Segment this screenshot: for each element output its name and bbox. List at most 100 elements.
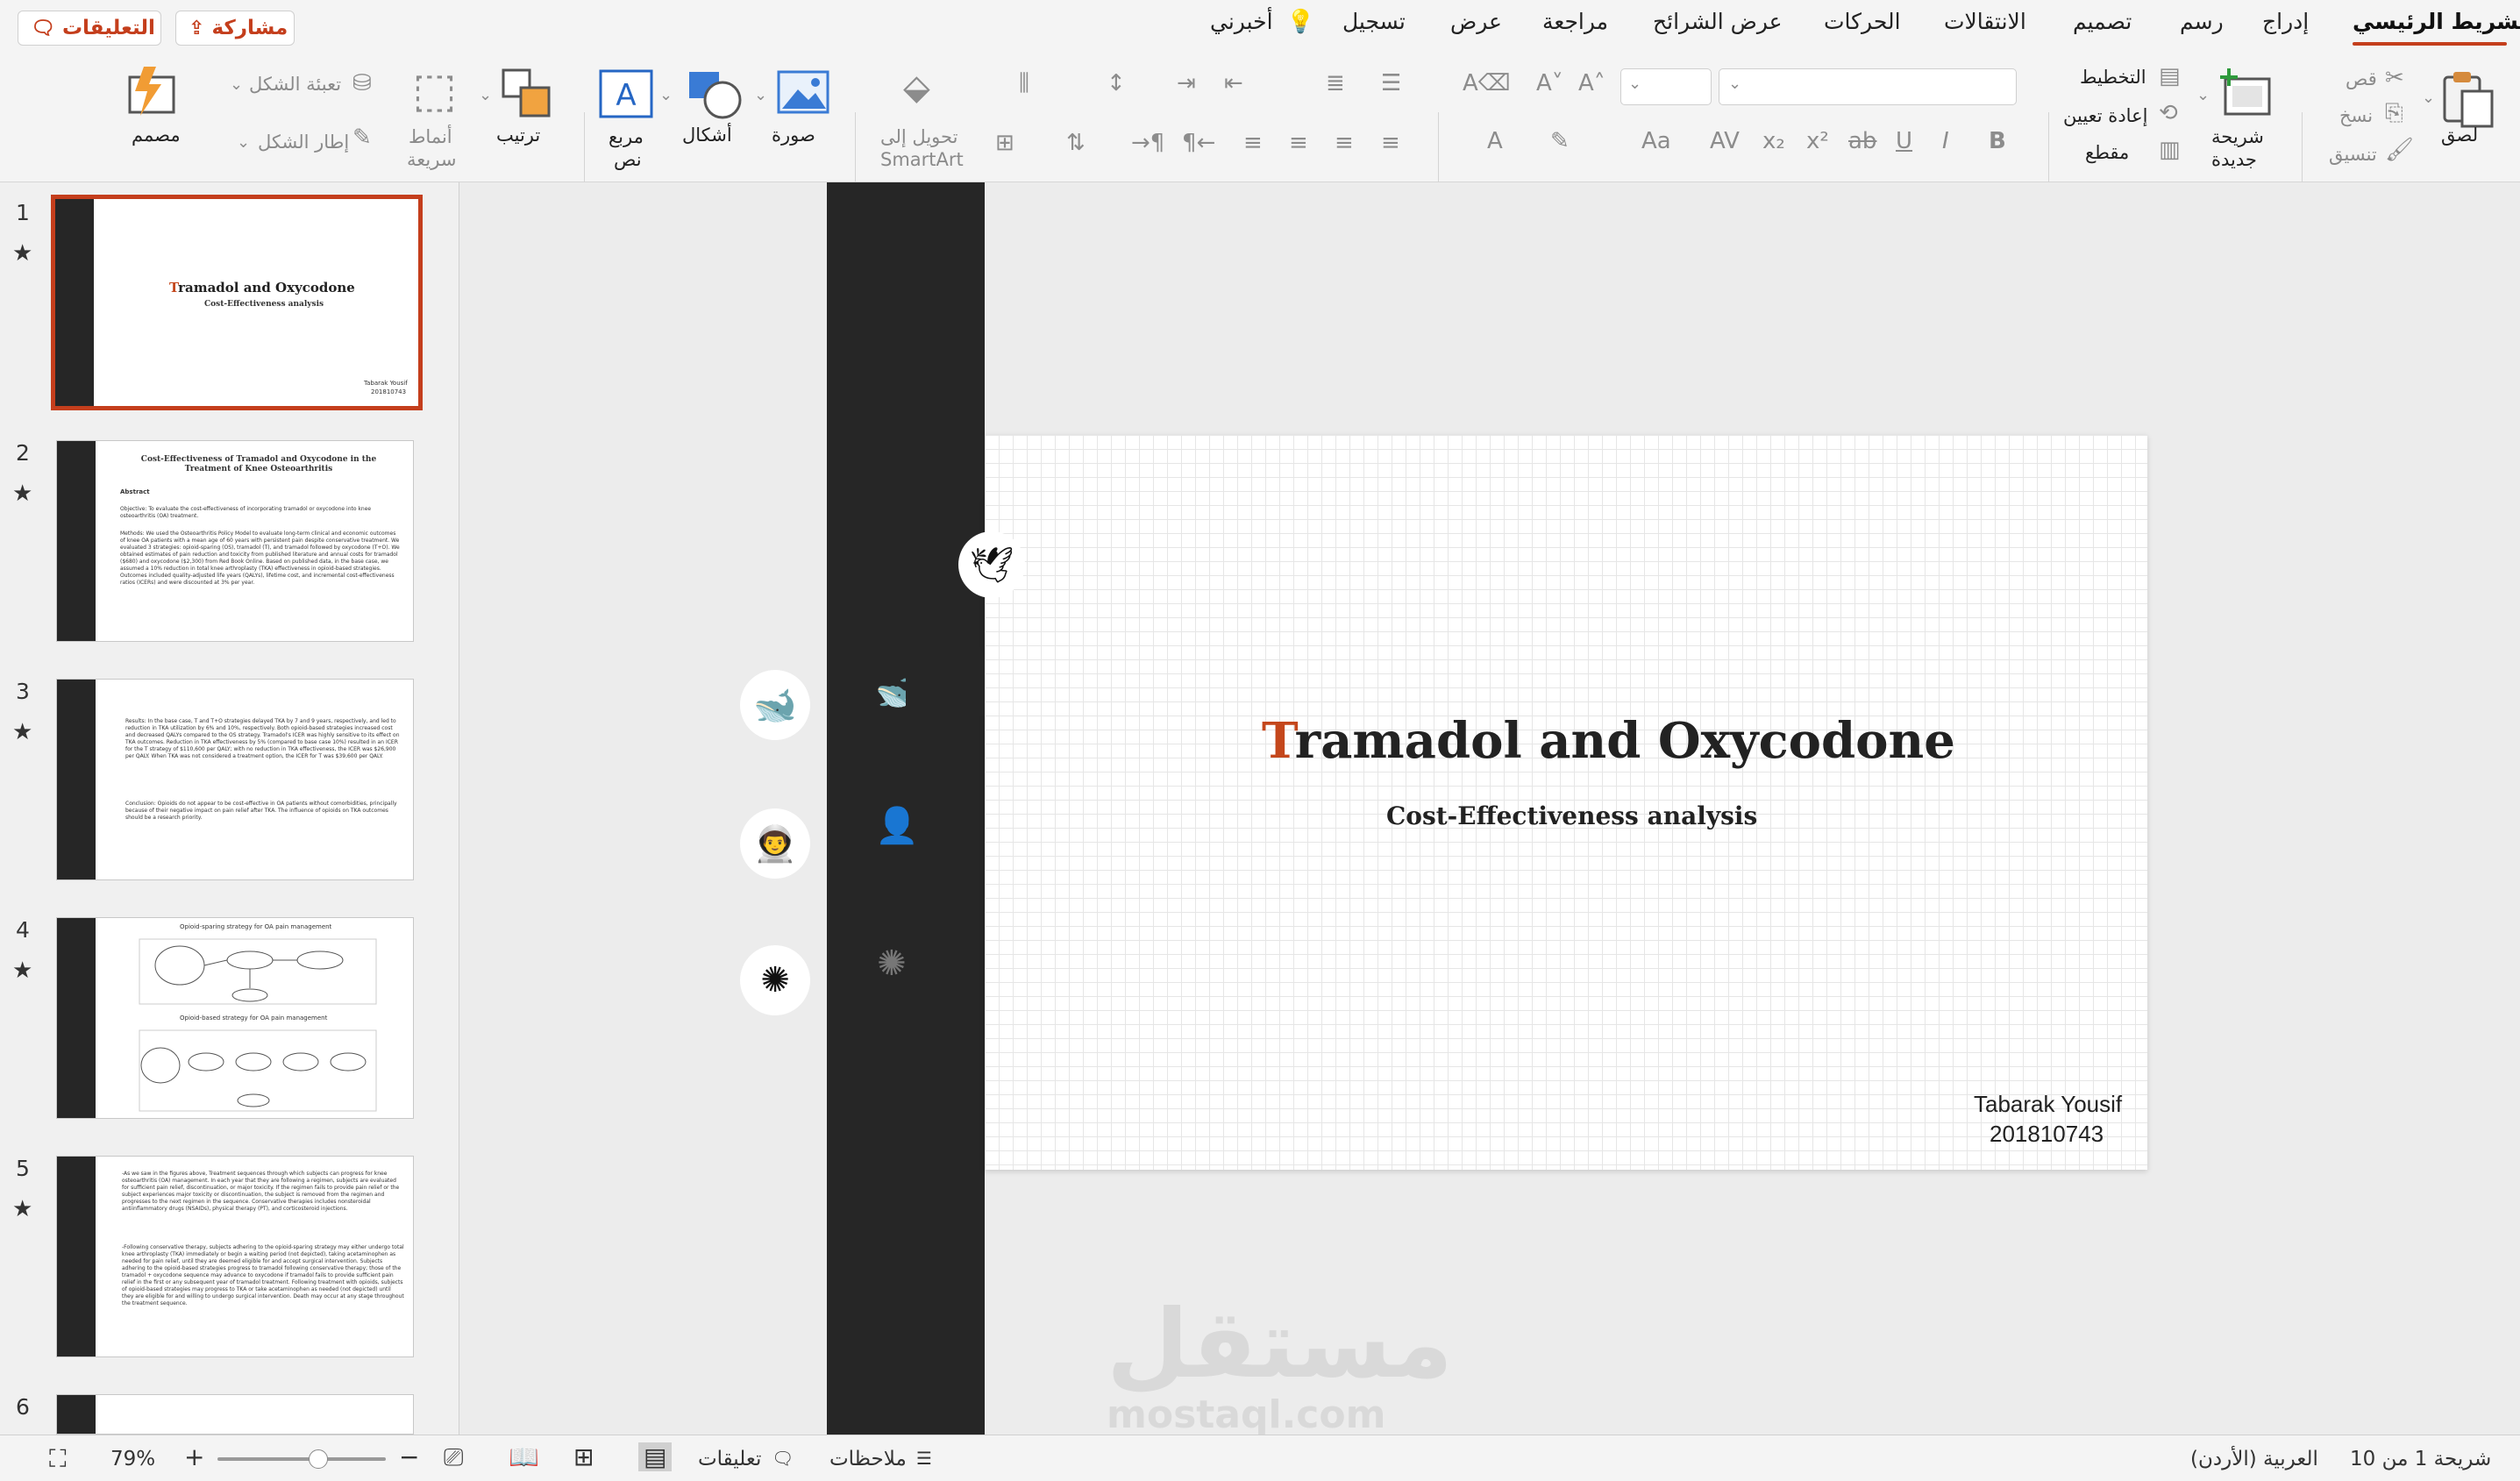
section-label[interactable]: مقطع	[2085, 142, 2129, 163]
italic-icon[interactable]: I	[1942, 130, 1949, 153]
line-spacing-icon[interactable]: ↕	[1107, 72, 1126, 95]
bullets-icon[interactable]: ☰	[1381, 72, 1401, 95]
char-spacing-icon[interactable]: AV	[1710, 130, 1740, 153]
picture-button[interactable]	[777, 68, 829, 117]
format-painter-icon[interactable]: 🖌	[2385, 139, 2414, 161]
layout-icon[interactable]: ▤	[2159, 65, 2181, 88]
slide-student-id[interactable]: 201810743	[1990, 1121, 2104, 1148]
chevron-down-icon[interactable]: ⌄	[479, 88, 492, 103]
slide-thumbnail-6[interactable]	[56, 1394, 414, 1435]
align-center-icon[interactable]: ≡	[1289, 132, 1308, 154]
chevron-down-icon[interactable]: ⌄	[237, 135, 250, 151]
highlight-icon[interactable]: ✎	[1550, 130, 1570, 153]
tab-transitions[interactable]: الانتقالات	[1944, 9, 2026, 34]
increase-indent-icon[interactable]: ⇥	[1177, 72, 1196, 95]
chevron-down-icon[interactable]: ⌄	[2196, 88, 2210, 103]
tab-home[interactable]: الشريط الرئيسي	[2353, 9, 2520, 34]
smartart-icon[interactable]: ⬙	[903, 70, 930, 105]
font-name-combo[interactable]: ⌄	[1719, 68, 2017, 105]
tab-record[interactable]: تسجيل	[1342, 9, 1406, 34]
strikethrough-icon[interactable]: ab	[1848, 130, 1876, 153]
current-slide[interactable]: 🕊 Tramadol and Oxycodone Cost-Effectiven…	[906, 435, 2147, 1170]
smartart-label-1[interactable]: تحويل إلى	[880, 126, 957, 147]
cut-label[interactable]: قص	[2346, 68, 2377, 89]
slide-title[interactable]: Tramadol and Oxycodone	[1262, 712, 1955, 770]
chevron-down-icon[interactable]: ⌄	[754, 88, 767, 103]
new-slide-button[interactable]	[2217, 65, 2274, 123]
designer-button[interactable]	[126, 65, 182, 123]
textbox-button[interactable]: A	[598, 68, 654, 119]
comments-status-button[interactable]: تعليقات	[698, 1448, 761, 1470]
zoom-out-button[interactable]: −	[399, 1442, 419, 1471]
tab-slideshow[interactable]: عرض الشرائح	[1653, 9, 1783, 34]
quick-styles-label-2[interactable]: سريعة	[407, 149, 456, 170]
paste-button[interactable]	[2438, 68, 2501, 132]
share-button[interactable]: ⇪ مشاركة	[175, 11, 295, 46]
copy-icon[interactable]: ⎘	[2385, 102, 2403, 125]
reading-view-icon[interactable]: 📖	[509, 1442, 539, 1471]
slide-sorter-icon[interactable]: ⊞	[573, 1442, 594, 1471]
zoom-level[interactable]: 79%	[110, 1448, 155, 1470]
shape-outline-label[interactable]: إطار الشكل	[258, 132, 349, 153]
tab-draw[interactable]: رسم	[2180, 9, 2224, 34]
tab-review[interactable]: مراجعة	[1542, 9, 1608, 34]
text-direction-icon[interactable]: ⇅	[1066, 132, 1086, 154]
tab-tell-me[interactable]: أخبرني	[1210, 9, 1273, 34]
fit-to-window-icon[interactable]: ⛶	[49, 1444, 67, 1474]
tab-animations[interactable]: الحركات	[1824, 9, 1901, 34]
justify-icon[interactable]: ≡	[1335, 132, 1354, 154]
change-case-icon[interactable]: Aa	[1641, 130, 1671, 153]
scissors-icon[interactable]: ✂	[2385, 67, 2404, 89]
align-left-icon[interactable]: ≡	[1243, 132, 1263, 154]
notes-button[interactable]: ملاحظات	[829, 1448, 907, 1470]
shapes-button[interactable]	[684, 67, 745, 119]
font-size-combo[interactable]: ⌄	[1620, 68, 1712, 105]
increase-font-icon[interactable]: A˄	[1578, 72, 1605, 95]
slide-subtitle[interactable]: Cost-Effectiveness analysis	[1386, 801, 1757, 830]
chevron-down-icon[interactable]: ⌄	[659, 88, 673, 103]
superscript-icon[interactable]: x²	[1806, 130, 1829, 153]
align-text-icon[interactable]: ⊞	[995, 132, 1014, 154]
decrease-indent-icon[interactable]: ⇤	[1224, 72, 1243, 95]
slide-thumbnail-4[interactable]: Opioid-sparing strategy for OA pain mana…	[56, 917, 414, 1119]
language-indicator[interactable]: العربية (الأردن)	[2190, 1448, 2318, 1470]
arrange-button[interactable]	[500, 67, 554, 121]
slide-thumbnail-5[interactable]: -As we saw in the figures above, Treatme…	[56, 1156, 414, 1357]
rtl-icon[interactable]: ¶←	[1182, 132, 1215, 154]
tab-design[interactable]: تصميم	[2073, 9, 2132, 34]
reset-label[interactable]: إعادة تعيين	[2063, 105, 2147, 126]
chevron-down-icon[interactable]: ⌄	[230, 77, 243, 93]
comments-button[interactable]: 🗨 التعليقات	[18, 11, 161, 46]
layout-label[interactable]: التخطيط	[2080, 67, 2146, 88]
slideshow-icon[interactable]: ⎚	[444, 1442, 463, 1472]
chevron-down-icon[interactable]: ⌄	[2422, 90, 2435, 106]
normal-view-icon[interactable]: ▤	[638, 1442, 673, 1471]
columns-icon[interactable]: ⫼	[1019, 72, 1029, 95]
section-icon[interactable]: ▥	[2159, 139, 2181, 161]
shape-fill-label[interactable]: تعبئة الشكل	[249, 74, 341, 95]
slide-thumbnail-pane[interactable]: 1 ★ Tramadol and Oxycodone Cost-Effectiv…	[0, 182, 459, 1435]
numbering-icon[interactable]: ≣	[1326, 72, 1345, 95]
smartart-label-2[interactable]: SmartArt	[880, 149, 964, 170]
decrease-font-icon[interactable]: A˅	[1536, 72, 1563, 95]
tab-insert[interactable]: إدراج	[2262, 9, 2309, 34]
astronaut-icon[interactable]: 👨‍🚀	[740, 808, 810, 879]
subscript-icon[interactable]: x₂	[1762, 130, 1785, 153]
bold-icon[interactable]: B	[1989, 130, 2006, 153]
underline-icon[interactable]: U	[1896, 130, 1912, 153]
slide-thumbnail-2[interactable]: Cost-Effectiveness of Tramadol and Oxyco…	[56, 440, 414, 642]
pen-icon[interactable]: ✎	[352, 126, 372, 149]
copy-label[interactable]: نسخ	[2339, 105, 2373, 126]
quick-styles-icon[interactable]: ⬚	[412, 67, 457, 114]
tab-view[interactable]: عرض	[1450, 9, 1502, 34]
slide-thumbnail-1[interactable]: Tramadol and Oxycodone Cost-Effectivenes…	[51, 195, 423, 410]
paint-bucket-icon[interactable]: ⛁	[352, 72, 372, 95]
slide-thumbnail-3[interactable]: Results: In the base case, T and T+O str…	[56, 679, 414, 880]
format-label[interactable]: تنسيق	[2329, 144, 2377, 165]
zoom-slider-thumb[interactable]	[309, 1449, 328, 1469]
whale-icon[interactable]: 🐋	[740, 670, 810, 740]
ltr-icon[interactable]: →¶	[1131, 132, 1164, 154]
align-right-icon[interactable]: ≡	[1381, 132, 1400, 154]
zoom-in-button[interactable]: +	[184, 1442, 204, 1471]
slide-author[interactable]: Tabarak Yousif	[1974, 1091, 2122, 1118]
